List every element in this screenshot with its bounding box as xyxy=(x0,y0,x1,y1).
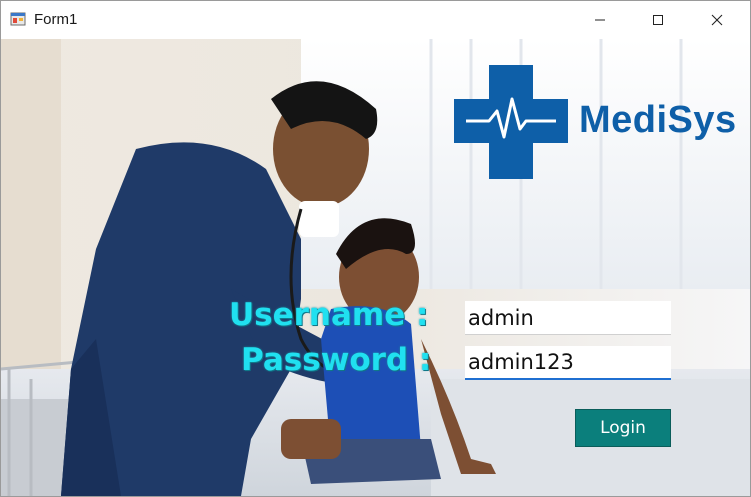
window-title: Form1 xyxy=(34,11,78,28)
username-input[interactable] xyxy=(465,301,671,335)
logo-text: MediSys xyxy=(579,99,737,141)
title-bar[interactable]: Form1 xyxy=(1,1,750,39)
username-label: Username : xyxy=(229,297,429,333)
maximize-icon xyxy=(653,15,663,25)
close-button[interactable] xyxy=(688,1,746,39)
minimize-icon xyxy=(595,19,605,21)
close-icon xyxy=(711,14,723,26)
maximize-button[interactable] xyxy=(629,1,687,39)
app-window: Form1 MediSys Username: Password: admi… xyxy=(0,0,751,497)
minimize-button[interactable] xyxy=(571,1,629,39)
login-button[interactable]: Login xyxy=(575,409,671,447)
login-form-area: MediSys Username : Password : Login xyxy=(1,39,750,496)
password-label: Password : xyxy=(241,342,432,378)
app-icon xyxy=(10,12,26,26)
password-input[interactable] xyxy=(465,346,671,380)
